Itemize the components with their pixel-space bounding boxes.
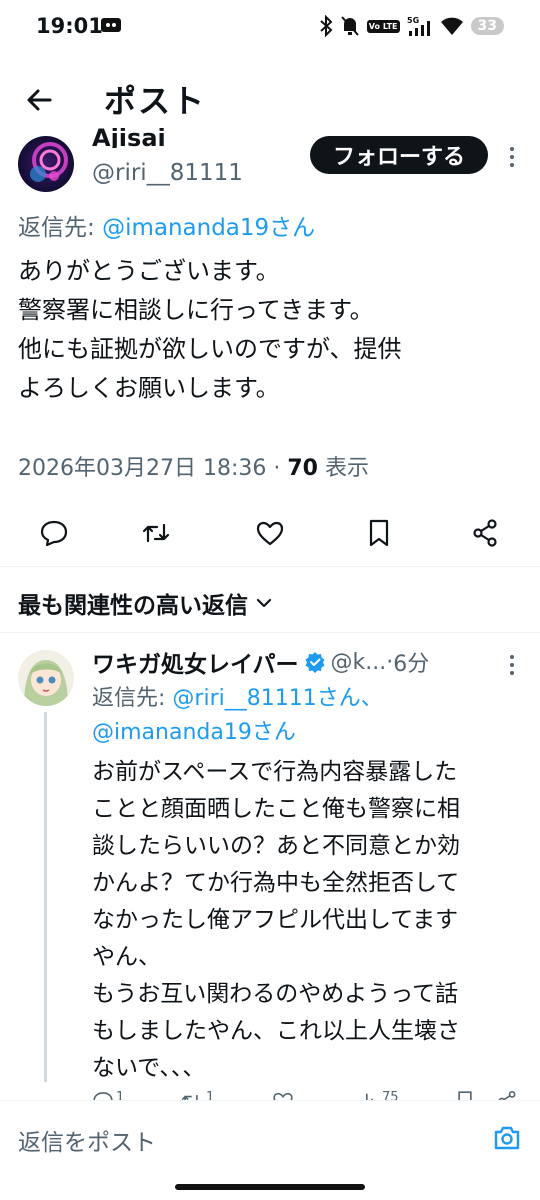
views-count: 70 [287, 456, 318, 481]
status-bar: 19:01 Vo LTE 5G 33 [0, 0, 540, 56]
verified-badge-icon [305, 652, 325, 673]
share-icon[interactable] [470, 518, 500, 548]
reply-header: ワキガ処女レイパー @k... · 6分 [92, 645, 429, 679]
signal-icon: 5G [407, 16, 430, 36]
reply-text-line: なかったし俺アフピル代出してます [92, 907, 459, 933]
back-arrow-icon[interactable] [22, 82, 58, 118]
reply-text-line: もうお互い関わるのやめようって話 [92, 981, 459, 1007]
reply-composer[interactable]: 返信をポスト [0, 1100, 540, 1174]
reply-text-line: ことと顔面晒したこと俺も警察に相 [92, 796, 460, 822]
battery-indicator: 33 [470, 17, 504, 35]
bluetooth-icon [320, 15, 333, 37]
divider [0, 566, 540, 567]
meta-separator: · [266, 456, 288, 481]
author-name[interactable]: Ajisai [92, 128, 166, 148]
volte-badge: Vo LTE [366, 19, 400, 33]
mute-bell-icon [341, 16, 359, 36]
follow-button[interactable]: フォローする [310, 136, 488, 174]
like-heart-icon[interactable] [255, 518, 285, 548]
reply-to-mention-2[interactable]: @imananda19さん [92, 720, 296, 745]
reply-text-line: ないで、、、 [92, 1055, 206, 1081]
more-options-icon[interactable] [508, 146, 516, 168]
bookmark-icon[interactable] [364, 518, 394, 548]
reply-to-line: 返信先: @imananda19さん [18, 208, 315, 242]
reply-more-options-icon[interactable] [508, 654, 516, 676]
reply-age[interactable]: 6分 [393, 646, 429, 678]
reply-text-line: やん、 [92, 944, 161, 970]
cast-icon [101, 18, 121, 32]
reply-text: お前がスペースで行為内容暴露した ことと顔面晒したこと俺も警察に相 談したらいい… [92, 754, 522, 1087]
repost-icon[interactable] [141, 518, 171, 548]
chevron-down-icon [256, 598, 272, 608]
reply-sort-label: 最も関連性の高い返信 [18, 593, 248, 619]
author-handle[interactable]: @riri__81111 [92, 160, 243, 186]
views-label: 表示 [317, 456, 369, 481]
reply-reply-to-line: 返信先: @riri__81111さん、 @imananda19さん [92, 682, 383, 750]
tweet-metadata: 2026年03月27日 18:36 · 70 表示 [18, 450, 369, 482]
tweet-action-bar [0, 518, 540, 550]
tweet-text-line: よろしくお願いします。 [18, 374, 280, 402]
reply-text-line: もしましたやん、これ以上人生壊さ [92, 1018, 460, 1044]
reply-to-prefix: 返信先: [92, 686, 173, 711]
reply-to-mention[interactable]: @imananda19さん [102, 215, 315, 241]
reply-sort-dropdown[interactable]: 最も関連性の高い返信 [18, 586, 272, 620]
reply-to-prefix: 返信先: [18, 215, 103, 241]
reply-composer-placeholder[interactable]: 返信をポスト [18, 1123, 156, 1157]
svg-text:5G: 5G [407, 16, 419, 25]
camera-icon[interactable] [492, 1123, 522, 1153]
tweet-text-line: 警察署に相談しに行ってきます。 [18, 296, 374, 324]
tweet-text-line: 他にも証拠が欲しいのですが、提供 [18, 335, 402, 363]
reply-author-handle[interactable]: @k... [331, 650, 387, 675]
author-avatar[interactable] [18, 136, 74, 192]
tweet-text: ありがとうございます。 警察署に相談しに行ってきます。 他にも証拠が欲しいのです… [18, 252, 523, 408]
home-indicator[interactable] [175, 1184, 365, 1190]
reply-text-line: かんよ？てか行為中も全然拒否して [92, 870, 460, 896]
reply-author-avatar[interactable] [18, 650, 74, 706]
status-time: 19:01 [36, 14, 103, 38]
reply-icon[interactable] [39, 518, 69, 548]
tweet-text-line: ありがとうございます。 [18, 257, 280, 285]
reply-text-line: 談したらいいの？あと不同意とか効 [92, 833, 460, 859]
tweet-timestamp[interactable]: 2026年03月27日 18:36 [18, 456, 266, 481]
wifi-icon [440, 17, 463, 35]
reply-separator: · [386, 649, 394, 675]
reply-author-name[interactable]: ワキガ処女レイパー [92, 645, 299, 679]
thread-line [44, 712, 47, 1082]
top-app-bar: ポスト [0, 62, 540, 134]
page-title: ポスト [104, 82, 207, 120]
status-icons: Vo LTE 5G 33 [319, 12, 504, 40]
reply-to-mention-1[interactable]: @riri__81111さん、 [172, 686, 382, 711]
reply-text-line: お前がスペースで行為内容暴露した [92, 759, 458, 785]
divider [0, 632, 540, 633]
